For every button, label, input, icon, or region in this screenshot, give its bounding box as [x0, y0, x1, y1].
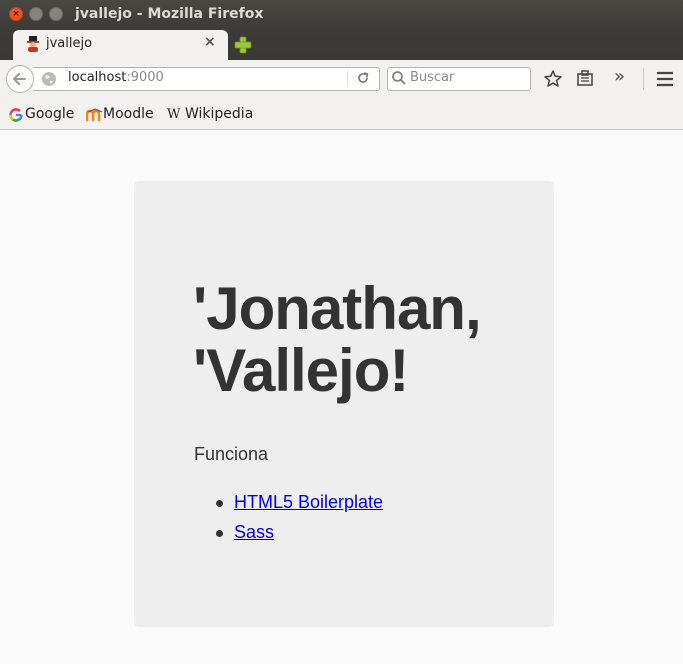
reload-icon[interactable]	[355, 70, 371, 86]
search-icon	[392, 71, 406, 85]
back-arrow-icon	[13, 73, 26, 85]
tab-label: jvallejo	[46, 36, 93, 51]
search-box[interactable]	[387, 67, 531, 91]
window-maximize-button[interactable]	[49, 7, 63, 21]
yeoman-favicon-icon	[27, 36, 39, 52]
bookmark-google[interactable]: Google	[25, 106, 74, 122]
new-tab-plus-icon[interactable]	[234, 36, 252, 54]
google-icon	[9, 108, 23, 122]
tab-close-icon[interactable]: ×	[204, 34, 216, 50]
window-close-button[interactable]: ×	[9, 7, 23, 21]
wikipedia-icon: W	[167, 107, 181, 122]
bookmark-moodle[interactable]: Moodle	[103, 106, 154, 122]
url-separator	[347, 71, 348, 87]
page-heading: 'Jonathan, 'Vallejo!	[193, 278, 523, 402]
toolbar-overflow-button[interactable]: »	[614, 66, 625, 87]
html5-boilerplate-link[interactable]: HTML5 Boilerplate	[234, 492, 383, 512]
heading-line-1: 'Jonathan,	[193, 275, 482, 342]
hamburger-menu-icon[interactable]	[655, 69, 675, 89]
list-item: HTML5 Boilerplate	[194, 492, 383, 522]
url-host: localhost	[68, 70, 127, 85]
back-button[interactable]	[6, 65, 34, 93]
site-identity-globe-icon[interactable]	[41, 71, 57, 87]
bookmarks-menu-icon[interactable]	[575, 69, 595, 89]
bookmark-wikipedia[interactable]: Wikipedia	[185, 106, 253, 122]
heading-line-2: 'Vallejo!	[193, 337, 409, 404]
bookmark-star-icon[interactable]	[543, 69, 563, 89]
status-paragraph: Funciona	[194, 444, 269, 464]
content-card	[134, 181, 554, 627]
url-text[interactable]: localhost:9000	[68, 70, 164, 85]
window-title: jvallejo - Mozilla Firefox	[75, 6, 264, 22]
links-list: HTML5 Boilerplate Sass	[194, 492, 383, 552]
window-minimize-button[interactable]	[29, 7, 43, 21]
list-item: Sass	[194, 522, 383, 552]
sass-link[interactable]: Sass	[234, 522, 274, 542]
moodle-icon	[86, 108, 103, 121]
search-placeholder[interactable]: Buscar	[410, 70, 454, 85]
url-port: :9000	[126, 70, 164, 85]
tab-jvallejo[interactable]: jvallejo ×	[13, 30, 228, 60]
toolbar-separator	[643, 68, 644, 90]
